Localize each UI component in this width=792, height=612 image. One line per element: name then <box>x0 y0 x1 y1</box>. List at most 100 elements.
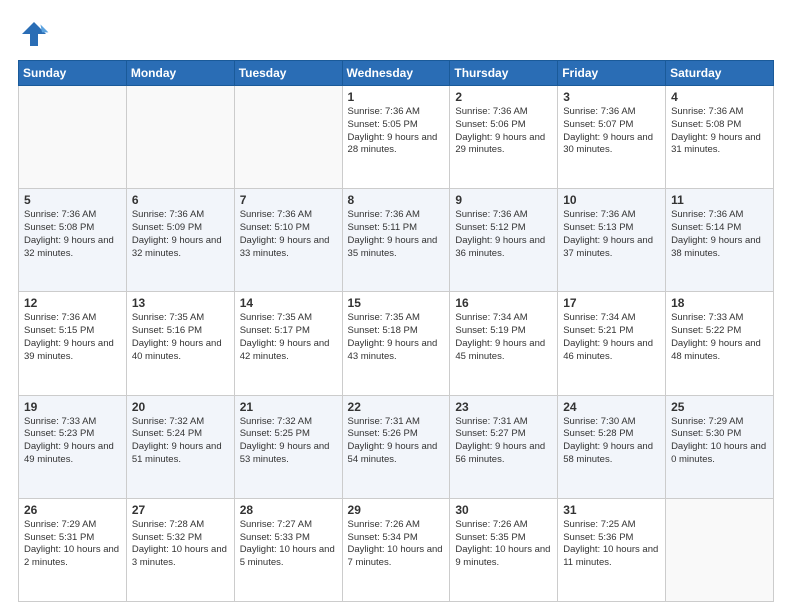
day-info: Sunrise: 7:31 AM Sunset: 5:26 PM Dayligh… <box>348 416 445 467</box>
day-info: Sunrise: 7:36 AM Sunset: 5:10 PM Dayligh… <box>240 209 337 260</box>
day-info: Sunrise: 7:36 AM Sunset: 5:05 PM Dayligh… <box>348 106 445 157</box>
calendar-cell: 20Sunrise: 7:32 AM Sunset: 5:24 PM Dayli… <box>126 395 234 498</box>
calendar-cell: 26 Sunrise: 7:29 AM Sunset: 5:31 PM Dayli… <box>19 498 127 601</box>
day-number: 15 <box>348 296 445 310</box>
day-number: 22 <box>348 400 445 414</box>
day-info: Sunrise: 7:29 AM Sunset: 5:31 PM Dayligh… <box>24 519 121 570</box>
calendar-cell: 2 Sunrise: 7:36 AM Sunset: 5:06 PM Daylig… <box>450 86 558 189</box>
day-header-thursday: Thursday <box>450 61 558 86</box>
calendar-cell: 12 Sunrise: 7:36 AM Sunset: 5:15 PM Dayli… <box>19 292 127 395</box>
day-number: 25 <box>671 400 768 414</box>
calendar-cell: 10Sunrise: 7:36 AM Sunset: 5:13 PM Dayli… <box>558 189 666 292</box>
day-number: 24 <box>563 400 660 414</box>
day-info: Sunrise: 7:28 AM Sunset: 5:32 PM Dayligh… <box>132 519 229 570</box>
calendar-cell: 31 Sunrise: 7:25 AM Sunset: 5:36 PM Dayli… <box>558 498 666 601</box>
calendar-cell: 22 Sunrise: 7:31 AM Sunset: 5:26 PM Dayli… <box>342 395 450 498</box>
week-row-4: 19 Sunrise: 7:33 AM Sunset: 5:23 PM Dayli… <box>19 395 774 498</box>
day-info: Sunrise: 7:25 AM Sunset: 5:36 PM Dayligh… <box>563 519 660 570</box>
day-info: Sunrise: 7:33 AM Sunset: 5:23 PM Dayligh… <box>24 416 121 467</box>
day-info: Sunrise: 7:32 AM Sunset: 5:25 PM Dayligh… <box>240 416 337 467</box>
calendar-cell: 8 Sunrise: 7:36 AM Sunset: 5:11 PM Daylig… <box>342 189 450 292</box>
day-info: Sunrise: 7:36 AM Sunset: 5:14 PM Dayligh… <box>671 209 768 260</box>
week-row-1: 1Sunrise: 7:36 AM Sunset: 5:05 PM Daylig… <box>19 86 774 189</box>
day-number: 16 <box>455 296 552 310</box>
week-row-5: 26 Sunrise: 7:29 AM Sunset: 5:31 PM Dayli… <box>19 498 774 601</box>
day-header-sunday: Sunday <box>19 61 127 86</box>
day-header-tuesday: Tuesday <box>234 61 342 86</box>
calendar-cell: 21 Sunrise: 7:32 AM Sunset: 5:25 PM Dayli… <box>234 395 342 498</box>
day-number: 27 <box>132 503 229 517</box>
calendar-header-row: SundayMondayTuesdayWednesdayThursdayFrid… <box>19 61 774 86</box>
day-number: 5 <box>24 193 121 207</box>
calendar-cell <box>126 86 234 189</box>
day-number: 2 <box>455 90 552 104</box>
calendar-cell: 14 Sunrise: 7:35 AM Sunset: 5:17 PM Dayli… <box>234 292 342 395</box>
week-row-3: 12 Sunrise: 7:36 AM Sunset: 5:15 PM Dayli… <box>19 292 774 395</box>
calendar-cell: 7 Sunrise: 7:36 AM Sunset: 5:10 PM Daylig… <box>234 189 342 292</box>
day-info: Sunrise: 7:35 AM Sunset: 5:17 PM Dayligh… <box>240 312 337 363</box>
calendar-cell <box>234 86 342 189</box>
day-number: 7 <box>240 193 337 207</box>
day-info: Sunrise: 7:36 AM Sunset: 5:06 PM Dayligh… <box>455 106 552 157</box>
day-number: 18 <box>671 296 768 310</box>
calendar-cell: 28 Sunrise: 7:27 AM Sunset: 5:33 PM Dayli… <box>234 498 342 601</box>
day-info: Sunrise: 7:36 AM Sunset: 5:11 PM Dayligh… <box>348 209 445 260</box>
calendar-cell: 15 Sunrise: 7:35 AM Sunset: 5:18 PM Dayli… <box>342 292 450 395</box>
day-header-wednesday: Wednesday <box>342 61 450 86</box>
day-info: Sunrise: 7:34 AM Sunset: 5:19 PM Dayligh… <box>455 312 552 363</box>
calendar-cell: 11 Sunrise: 7:36 AM Sunset: 5:14 PM Dayli… <box>666 189 774 292</box>
day-number: 26 <box>24 503 121 517</box>
calendar-cell: 5 Sunrise: 7:36 AM Sunset: 5:08 PM Daylig… <box>19 189 127 292</box>
day-info: Sunrise: 7:36 AM Sunset: 5:15 PM Dayligh… <box>24 312 121 363</box>
day-number: 29 <box>348 503 445 517</box>
calendar-cell: 4 Sunrise: 7:36 AM Sunset: 5:08 PM Daylig… <box>666 86 774 189</box>
page: SundayMondayTuesdayWednesdayThursdayFrid… <box>0 0 792 612</box>
week-row-2: 5 Sunrise: 7:36 AM Sunset: 5:08 PM Daylig… <box>19 189 774 292</box>
logo <box>18 18 54 50</box>
day-info: Sunrise: 7:35 AM Sunset: 5:16 PM Dayligh… <box>132 312 229 363</box>
calendar-cell: 19 Sunrise: 7:33 AM Sunset: 5:23 PM Dayli… <box>19 395 127 498</box>
calendar-cell: 17 Sunrise: 7:34 AM Sunset: 5:21 PM Dayli… <box>558 292 666 395</box>
header <box>18 18 774 50</box>
calendar-table: SundayMondayTuesdayWednesdayThursdayFrid… <box>18 60 774 602</box>
day-number: 13 <box>132 296 229 310</box>
day-info: Sunrise: 7:36 AM Sunset: 5:08 PM Dayligh… <box>24 209 121 260</box>
day-info: Sunrise: 7:36 AM Sunset: 5:12 PM Dayligh… <box>455 209 552 260</box>
day-number: 3 <box>563 90 660 104</box>
day-header-monday: Monday <box>126 61 234 86</box>
day-number: 4 <box>671 90 768 104</box>
day-info: Sunrise: 7:31 AM Sunset: 5:27 PM Dayligh… <box>455 416 552 467</box>
calendar-cell <box>19 86 127 189</box>
day-info: Sunrise: 7:35 AM Sunset: 5:18 PM Dayligh… <box>348 312 445 363</box>
calendar-cell: 13 Sunrise: 7:35 AM Sunset: 5:16 PM Dayli… <box>126 292 234 395</box>
day-number: 8 <box>348 193 445 207</box>
day-info: Sunrise: 7:36 AM Sunset: 5:08 PM Dayligh… <box>671 106 768 157</box>
day-info: Sunrise: 7:36 AM Sunset: 5:09 PM Dayligh… <box>132 209 229 260</box>
day-number: 19 <box>24 400 121 414</box>
day-number: 21 <box>240 400 337 414</box>
day-number: 28 <box>240 503 337 517</box>
day-info: Sunrise: 7:30 AM Sunset: 5:28 PM Dayligh… <box>563 416 660 467</box>
logo-icon <box>18 18 50 50</box>
day-info: Sunrise: 7:27 AM Sunset: 5:33 PM Dayligh… <box>240 519 337 570</box>
calendar-cell: 16 Sunrise: 7:34 AM Sunset: 5:19 PM Dayli… <box>450 292 558 395</box>
day-number: 17 <box>563 296 660 310</box>
calendar-cell: 29Sunrise: 7:26 AM Sunset: 5:34 PM Dayli… <box>342 498 450 601</box>
day-number: 31 <box>563 503 660 517</box>
calendar-cell: 24 Sunrise: 7:30 AM Sunset: 5:28 PM Dayli… <box>558 395 666 498</box>
day-header-saturday: Saturday <box>666 61 774 86</box>
calendar-cell: 3 Sunrise: 7:36 AM Sunset: 5:07 PM Daylig… <box>558 86 666 189</box>
day-number: 11 <box>671 193 768 207</box>
day-info: Sunrise: 7:33 AM Sunset: 5:22 PM Dayligh… <box>671 312 768 363</box>
day-info: Sunrise: 7:34 AM Sunset: 5:21 PM Dayligh… <box>563 312 660 363</box>
calendar-cell: 25 Sunrise: 7:29 AM Sunset: 5:30 PM Dayli… <box>666 395 774 498</box>
day-number: 20 <box>132 400 229 414</box>
calendar-cell: 18 Sunrise: 7:33 AM Sunset: 5:22 PM Dayli… <box>666 292 774 395</box>
calendar-cell: 1Sunrise: 7:36 AM Sunset: 5:05 PM Daylig… <box>342 86 450 189</box>
day-number: 14 <box>240 296 337 310</box>
day-number: 12 <box>24 296 121 310</box>
day-info: Sunrise: 7:36 AM Sunset: 5:07 PM Dayligh… <box>563 106 660 157</box>
day-info: Sunrise: 7:29 AM Sunset: 5:30 PM Dayligh… <box>671 416 768 467</box>
day-number: 30 <box>455 503 552 517</box>
day-header-friday: Friday <box>558 61 666 86</box>
